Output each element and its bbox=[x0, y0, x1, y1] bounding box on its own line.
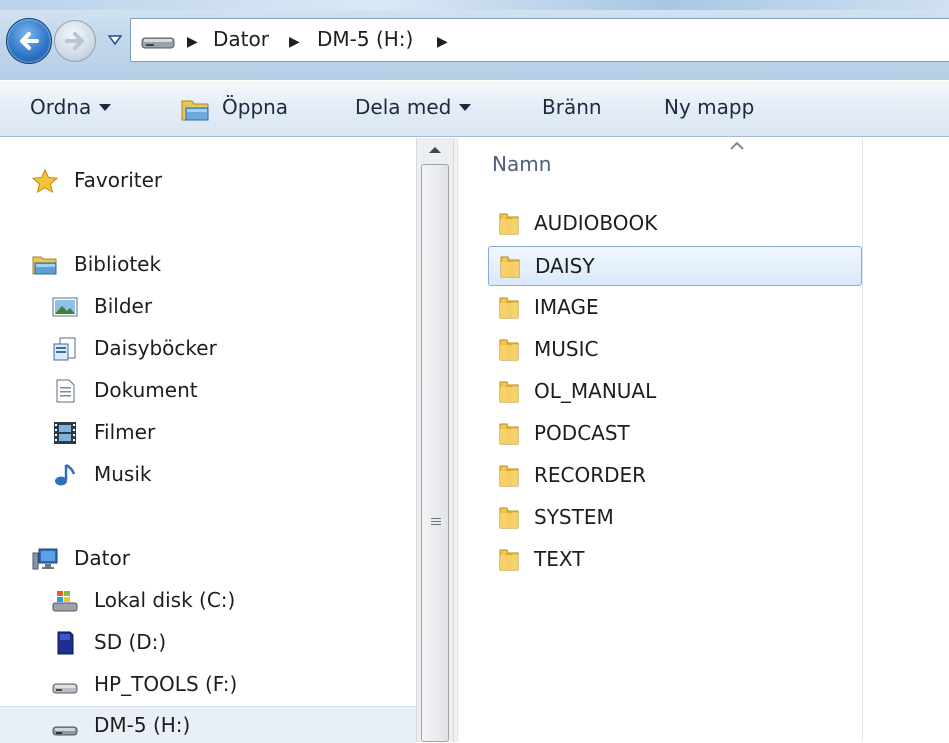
nav-label: HP_TOOLS (F:) bbox=[94, 672, 238, 696]
breadcrumb[interactable]: ▶ Dator ▶ DM-5 (H:) ▶ bbox=[130, 18, 949, 62]
music-note-icon bbox=[55, 463, 76, 486]
nav-item-drive-f[interactable]: HP_TOOLS (F:) bbox=[0, 666, 416, 702]
nav-item-drive-d[interactable]: SD (D:) bbox=[0, 624, 416, 660]
nav-item-computer[interactable]: Dator bbox=[0, 540, 416, 576]
chevron-down-icon bbox=[99, 104, 112, 111]
sort-ascending-icon bbox=[730, 142, 744, 150]
nav-label: Bibliotek bbox=[74, 252, 162, 276]
folder-name: DAISY bbox=[535, 254, 595, 278]
burn-button[interactable]: Bränn bbox=[542, 95, 602, 119]
column-header-name[interactable]: Namn bbox=[458, 138, 862, 188]
nav-label: Dator bbox=[74, 546, 130, 570]
folder-name: IMAGE bbox=[534, 295, 599, 319]
documents-icon bbox=[56, 379, 75, 403]
organize-label: Ordna bbox=[30, 95, 92, 119]
nav-item-videos[interactable]: Filmer bbox=[0, 414, 416, 450]
folder-row-system[interactable]: SYSTEM bbox=[488, 498, 862, 538]
nav-label: DM-5 (H:) bbox=[94, 713, 191, 737]
folder-row-daisy[interactable]: DAISY bbox=[488, 246, 862, 286]
drive-icon bbox=[52, 726, 78, 736]
nav-label: Favoriter bbox=[74, 168, 163, 192]
recent-pages-dropdown-icon[interactable] bbox=[108, 34, 122, 46]
back-arrow-icon bbox=[20, 32, 39, 50]
command-bar: Ordna Öppna Dela med Bränn Ny mapp bbox=[0, 80, 949, 137]
nav-label: Musik bbox=[94, 462, 152, 486]
folder-icon bbox=[499, 213, 519, 235]
daisy-books-icon bbox=[53, 337, 76, 361]
share-button[interactable]: Dela med bbox=[355, 95, 472, 119]
column-header-label: Namn bbox=[492, 152, 552, 176]
folder-row-text[interactable]: TEXT bbox=[488, 540, 862, 580]
folder-name: AUDIOBOOK bbox=[534, 211, 658, 235]
forward-button[interactable] bbox=[54, 20, 96, 62]
drive-icon bbox=[52, 683, 78, 694]
breadcrumb-arrow-icon[interactable]: ▶ bbox=[289, 34, 300, 50]
folder-icon bbox=[499, 297, 519, 319]
nav-item-daisy-books[interactable]: Daisyböcker bbox=[0, 330, 416, 366]
share-label: Dela med bbox=[355, 95, 452, 119]
folder-name: PODCAST bbox=[534, 421, 630, 445]
organize-button[interactable]: Ordna bbox=[30, 95, 112, 119]
open-button[interactable]: Öppna bbox=[222, 95, 288, 119]
folder-row-recorder[interactable]: RECORDER bbox=[488, 456, 862, 496]
nav-scrollbar[interactable] bbox=[416, 138, 453, 742]
folder-row-podcast[interactable]: PODCAST bbox=[488, 414, 862, 454]
drive-icon bbox=[141, 37, 175, 49]
nav-item-favorites[interactable]: Favoriter bbox=[0, 162, 416, 198]
folder-icon bbox=[499, 507, 519, 529]
nav-item-documents[interactable]: Dokument bbox=[0, 372, 416, 408]
nav-label: Bilder bbox=[94, 294, 153, 318]
folder-row-image[interactable]: IMAGE bbox=[488, 288, 862, 328]
folder-icon bbox=[499, 465, 519, 487]
forward-arrow-icon bbox=[65, 32, 84, 50]
folder-name: OL_MANUAL bbox=[534, 379, 657, 403]
folder-icon bbox=[499, 339, 519, 361]
address-bar: ▶ Dator ▶ DM-5 (H:) ▶ bbox=[0, 0, 949, 80]
column-divider bbox=[862, 138, 863, 742]
pictures-icon bbox=[52, 297, 78, 317]
folder-name: SYSTEM bbox=[534, 505, 614, 529]
folder-row-audiobook[interactable]: AUDIOBOOK bbox=[488, 204, 862, 244]
nav-label: Daisyböcker bbox=[94, 336, 217, 360]
folder-row-music[interactable]: MUSIC bbox=[488, 330, 862, 370]
folder-name: TEXT bbox=[534, 547, 585, 571]
system-drive-icon bbox=[52, 591, 78, 612]
nav-label: SD (D:) bbox=[94, 630, 167, 654]
folder-icon bbox=[500, 256, 520, 278]
star-icon bbox=[32, 169, 58, 193]
breadcrumb-item-drive[interactable]: DM-5 (H:) bbox=[317, 27, 413, 51]
folder-name: RECORDER bbox=[534, 463, 647, 487]
nav-item-libraries[interactable]: Bibliotek bbox=[0, 246, 416, 282]
library-icon bbox=[32, 256, 57, 275]
computer-icon bbox=[32, 548, 58, 570]
grip-icon bbox=[431, 518, 441, 525]
nav-label: Lokal disk (C:) bbox=[94, 588, 236, 612]
breadcrumb-arrow-icon[interactable]: ▶ bbox=[187, 34, 198, 50]
folder-icon bbox=[499, 423, 519, 445]
file-list: Namn AUDIOBOOK DAISY IMAGE MUSIC OL_MANU… bbox=[458, 138, 949, 742]
new-folder-button[interactable]: Ny mapp bbox=[664, 95, 754, 119]
title-glass bbox=[0, 0, 949, 10]
scroll-thumb[interactable] bbox=[421, 164, 449, 742]
nav-label: Filmer bbox=[94, 420, 156, 444]
sd-card-icon bbox=[57, 631, 74, 655]
nav-label: Dokument bbox=[94, 378, 198, 402]
videos-icon bbox=[54, 422, 76, 444]
folder-name: MUSIC bbox=[534, 337, 599, 361]
folder-icon bbox=[499, 549, 519, 571]
open-folder-icon[interactable] bbox=[181, 98, 213, 122]
navigation-pane: Favoriter Bibliotek Bilder Daisyböcker D… bbox=[0, 138, 416, 743]
nav-item-drive-h[interactable]: DM-5 (H:) bbox=[0, 706, 416, 743]
chevron-down-icon bbox=[459, 104, 472, 111]
folder-icon bbox=[499, 381, 519, 403]
nav-item-music[interactable]: Musik bbox=[0, 456, 416, 492]
scroll-up-arrow-icon[interactable] bbox=[417, 138, 453, 164]
breadcrumb-item-computer[interactable]: Dator bbox=[213, 27, 269, 51]
nav-item-drive-c[interactable]: Lokal disk (C:) bbox=[0, 582, 416, 618]
breadcrumb-arrow-icon[interactable]: ▶ bbox=[437, 34, 448, 50]
nav-item-pictures[interactable]: Bilder bbox=[0, 288, 416, 324]
folder-row-ol-manual[interactable]: OL_MANUAL bbox=[488, 372, 862, 412]
back-button[interactable] bbox=[6, 18, 52, 64]
